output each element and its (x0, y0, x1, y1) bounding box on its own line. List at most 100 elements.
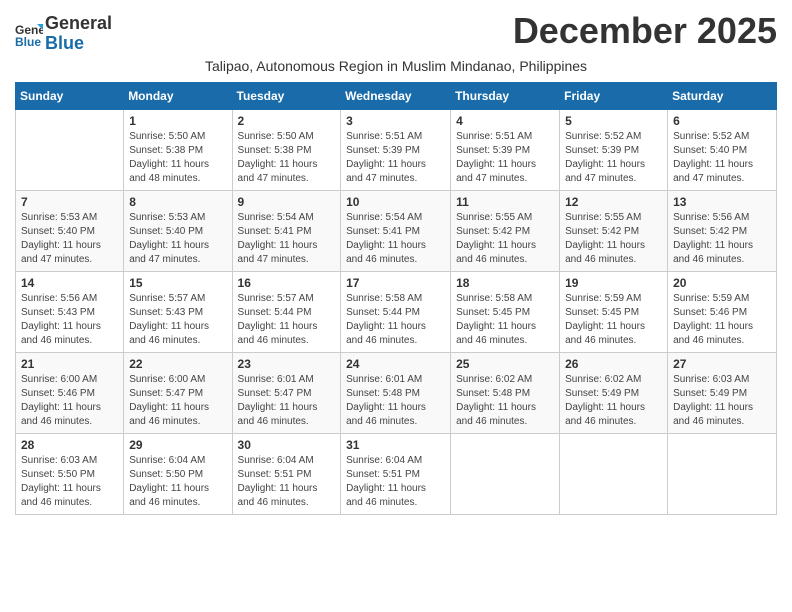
day-number: 16 (238, 276, 336, 290)
day-number: 2 (238, 114, 336, 128)
day-info: Sunrise: 6:03 AM Sunset: 5:50 PM Dayligh… (21, 454, 118, 510)
day-info: Sunrise: 5:58 AM Sunset: 5:45 PM Dayligh… (456, 292, 554, 348)
day-info: Sunrise: 5:55 AM Sunset: 5:42 PM Dayligh… (456, 211, 554, 267)
day-info: Sunrise: 5:51 AM Sunset: 5:39 PM Dayligh… (346, 130, 445, 186)
calendar-cell: 9 Sunrise: 5:54 AM Sunset: 5:41 PM Daylig… (232, 190, 341, 271)
calendar-cell (16, 109, 124, 190)
day-info: Sunrise: 5:59 AM Sunset: 5:45 PM Dayligh… (565, 292, 662, 348)
day-info: Sunrise: 5:53 AM Sunset: 5:40 PM Dayligh… (21, 211, 118, 267)
day-info: Sunrise: 6:01 AM Sunset: 5:48 PM Dayligh… (346, 373, 445, 429)
day-header-saturday: Saturday (668, 82, 777, 109)
calendar-cell: 14 Sunrise: 5:56 AM Sunset: 5:43 PM Dayli… (16, 271, 124, 352)
calendar-cell (668, 433, 777, 514)
day-number: 27 (673, 357, 771, 371)
calendar-cell: 8 Sunrise: 5:53 AM Sunset: 5:40 PM Daylig… (124, 190, 232, 271)
calendar-cell (560, 433, 668, 514)
day-number: 11 (456, 195, 554, 209)
day-number: 5 (565, 114, 662, 128)
calendar-week-1: 1 Sunrise: 5:50 AM Sunset: 5:38 PM Daylig… (16, 109, 777, 190)
day-info: Sunrise: 6:03 AM Sunset: 5:49 PM Dayligh… (673, 373, 771, 429)
day-number: 23 (238, 357, 336, 371)
day-number: 31 (346, 438, 445, 452)
day-info: Sunrise: 6:04 AM Sunset: 5:50 PM Dayligh… (129, 454, 226, 510)
calendar-cell: 16 Sunrise: 5:57 AM Sunset: 5:44 PM Dayli… (232, 271, 341, 352)
day-header-friday: Friday (560, 82, 668, 109)
day-number: 13 (673, 195, 771, 209)
calendar-cell: 18 Sunrise: 5:58 AM Sunset: 5:45 PM Dayli… (451, 271, 560, 352)
calendar-cell: 23 Sunrise: 6:01 AM Sunset: 5:47 PM Dayli… (232, 352, 341, 433)
day-info: Sunrise: 5:57 AM Sunset: 5:44 PM Dayligh… (238, 292, 336, 348)
day-number: 14 (21, 276, 118, 290)
day-info: Sunrise: 5:53 AM Sunset: 5:40 PM Dayligh… (129, 211, 226, 267)
calendar-cell: 24Sunrise: 6:01 AM Sunset: 5:48 PM Dayli… (341, 352, 451, 433)
day-info: Sunrise: 6:00 AM Sunset: 5:47 PM Dayligh… (129, 373, 226, 429)
day-info: Sunrise: 6:01 AM Sunset: 5:47 PM Dayligh… (238, 373, 336, 429)
calendar-cell: 15Sunrise: 5:57 AM Sunset: 5:43 PM Dayli… (124, 271, 232, 352)
calendar-cell: 12Sunrise: 5:55 AM Sunset: 5:42 PM Dayli… (560, 190, 668, 271)
calendar-cell: 7 Sunrise: 5:53 AM Sunset: 5:40 PM Daylig… (16, 190, 124, 271)
day-number: 17 (346, 276, 445, 290)
calendar-cell: 3Sunrise: 5:51 AM Sunset: 5:39 PM Daylig… (341, 109, 451, 190)
day-header-monday: Monday (124, 82, 232, 109)
calendar-cell: 28 Sunrise: 6:03 AM Sunset: 5:50 PM Dayli… (16, 433, 124, 514)
day-header-sunday: Sunday (16, 82, 124, 109)
calendar-cell: 29 Sunrise: 6:04 AM Sunset: 5:50 PM Dayli… (124, 433, 232, 514)
calendar-cell: 1 Sunrise: 5:50 AM Sunset: 5:38 PM Daylig… (124, 109, 232, 190)
day-number: 15 (129, 276, 226, 290)
day-number: 4 (456, 114, 554, 128)
calendar-cell: 26Sunrise: 6:02 AM Sunset: 5:49 PM Dayli… (560, 352, 668, 433)
calendar-cell: 22Sunrise: 6:00 AM Sunset: 5:47 PM Dayli… (124, 352, 232, 433)
day-info: Sunrise: 5:56 AM Sunset: 5:43 PM Dayligh… (21, 292, 118, 348)
calendar-cell: 30Sunrise: 6:04 AM Sunset: 5:51 PM Dayli… (232, 433, 341, 514)
day-number: 20 (673, 276, 771, 290)
header-row: SundayMondayTuesdayWednesdayThursdayFrid… (16, 82, 777, 109)
calendar-cell: 21Sunrise: 6:00 AM Sunset: 5:46 PM Dayli… (16, 352, 124, 433)
calendar-week-4: 21Sunrise: 6:00 AM Sunset: 5:46 PM Dayli… (16, 352, 777, 433)
day-number: 1 (129, 114, 226, 128)
day-number: 26 (565, 357, 662, 371)
calendar-cell: 20Sunrise: 5:59 AM Sunset: 5:46 PM Dayli… (668, 271, 777, 352)
logo-icon: General Blue (15, 20, 43, 48)
calendar-cell: 19Sunrise: 5:59 AM Sunset: 5:45 PM Dayli… (560, 271, 668, 352)
day-info: Sunrise: 5:58 AM Sunset: 5:44 PM Dayligh… (346, 292, 445, 348)
calendar-header: SundayMondayTuesdayWednesdayThursdayFrid… (16, 82, 777, 109)
day-info: Sunrise: 6:00 AM Sunset: 5:46 PM Dayligh… (21, 373, 118, 429)
calendar-cell: 31 Sunrise: 6:04 AM Sunset: 5:51 PM Dayli… (341, 433, 451, 514)
day-header-tuesday: Tuesday (232, 82, 341, 109)
calendar-table: SundayMondayTuesdayWednesdayThursdayFrid… (15, 82, 777, 515)
calendar-cell: 27 Sunrise: 6:03 AM Sunset: 5:49 PM Dayli… (668, 352, 777, 433)
calendar-cell: 11 Sunrise: 5:55 AM Sunset: 5:42 PM Dayli… (451, 190, 560, 271)
calendar-week-3: 14 Sunrise: 5:56 AM Sunset: 5:43 PM Dayli… (16, 271, 777, 352)
calendar-cell: 10Sunrise: 5:54 AM Sunset: 5:41 PM Dayli… (341, 190, 451, 271)
calendar-cell: 5Sunrise: 5:52 AM Sunset: 5:39 PM Daylig… (560, 109, 668, 190)
calendar-body: 1 Sunrise: 5:50 AM Sunset: 5:38 PM Daylig… (16, 109, 777, 514)
day-number: 29 (129, 438, 226, 452)
calendar-cell: 4 Sunrise: 5:51 AM Sunset: 5:39 PM Daylig… (451, 109, 560, 190)
day-info: Sunrise: 6:04 AM Sunset: 5:51 PM Dayligh… (346, 454, 445, 510)
day-info: Sunrise: 5:52 AM Sunset: 5:40 PM Dayligh… (673, 130, 771, 186)
day-info: Sunrise: 5:56 AM Sunset: 5:42 PM Dayligh… (673, 211, 771, 267)
day-number: 18 (456, 276, 554, 290)
logo-text: General Blue (45, 14, 112, 54)
calendar-subtitle: Talipao, Autonomous Region in Muslim Min… (15, 58, 777, 74)
day-number: 7 (21, 195, 118, 209)
day-info: Sunrise: 5:51 AM Sunset: 5:39 PM Dayligh… (456, 130, 554, 186)
day-number: 8 (129, 195, 226, 209)
day-info: Sunrise: 5:54 AM Sunset: 5:41 PM Dayligh… (346, 211, 445, 267)
day-number: 28 (21, 438, 118, 452)
day-info: Sunrise: 5:50 AM Sunset: 5:38 PM Dayligh… (129, 130, 226, 186)
calendar-cell: 2Sunrise: 5:50 AM Sunset: 5:38 PM Daylig… (232, 109, 341, 190)
day-number: 9 (238, 195, 336, 209)
day-info: Sunrise: 5:54 AM Sunset: 5:41 PM Dayligh… (238, 211, 336, 267)
svg-text:Blue: Blue (15, 35, 41, 48)
month-title: December 2025 (513, 10, 777, 52)
day-info: Sunrise: 6:02 AM Sunset: 5:48 PM Dayligh… (456, 373, 554, 429)
calendar-week-5: 28 Sunrise: 6:03 AM Sunset: 5:50 PM Dayli… (16, 433, 777, 514)
day-number: 6 (673, 114, 771, 128)
logo: General Blue General Blue (15, 14, 112, 54)
calendar-cell: 25Sunrise: 6:02 AM Sunset: 5:48 PM Dayli… (451, 352, 560, 433)
day-header-thursday: Thursday (451, 82, 560, 109)
day-info: Sunrise: 5:55 AM Sunset: 5:42 PM Dayligh… (565, 211, 662, 267)
calendar-week-2: 7 Sunrise: 5:53 AM Sunset: 5:40 PM Daylig… (16, 190, 777, 271)
page-header: General Blue General Blue December 2025 (15, 10, 777, 54)
